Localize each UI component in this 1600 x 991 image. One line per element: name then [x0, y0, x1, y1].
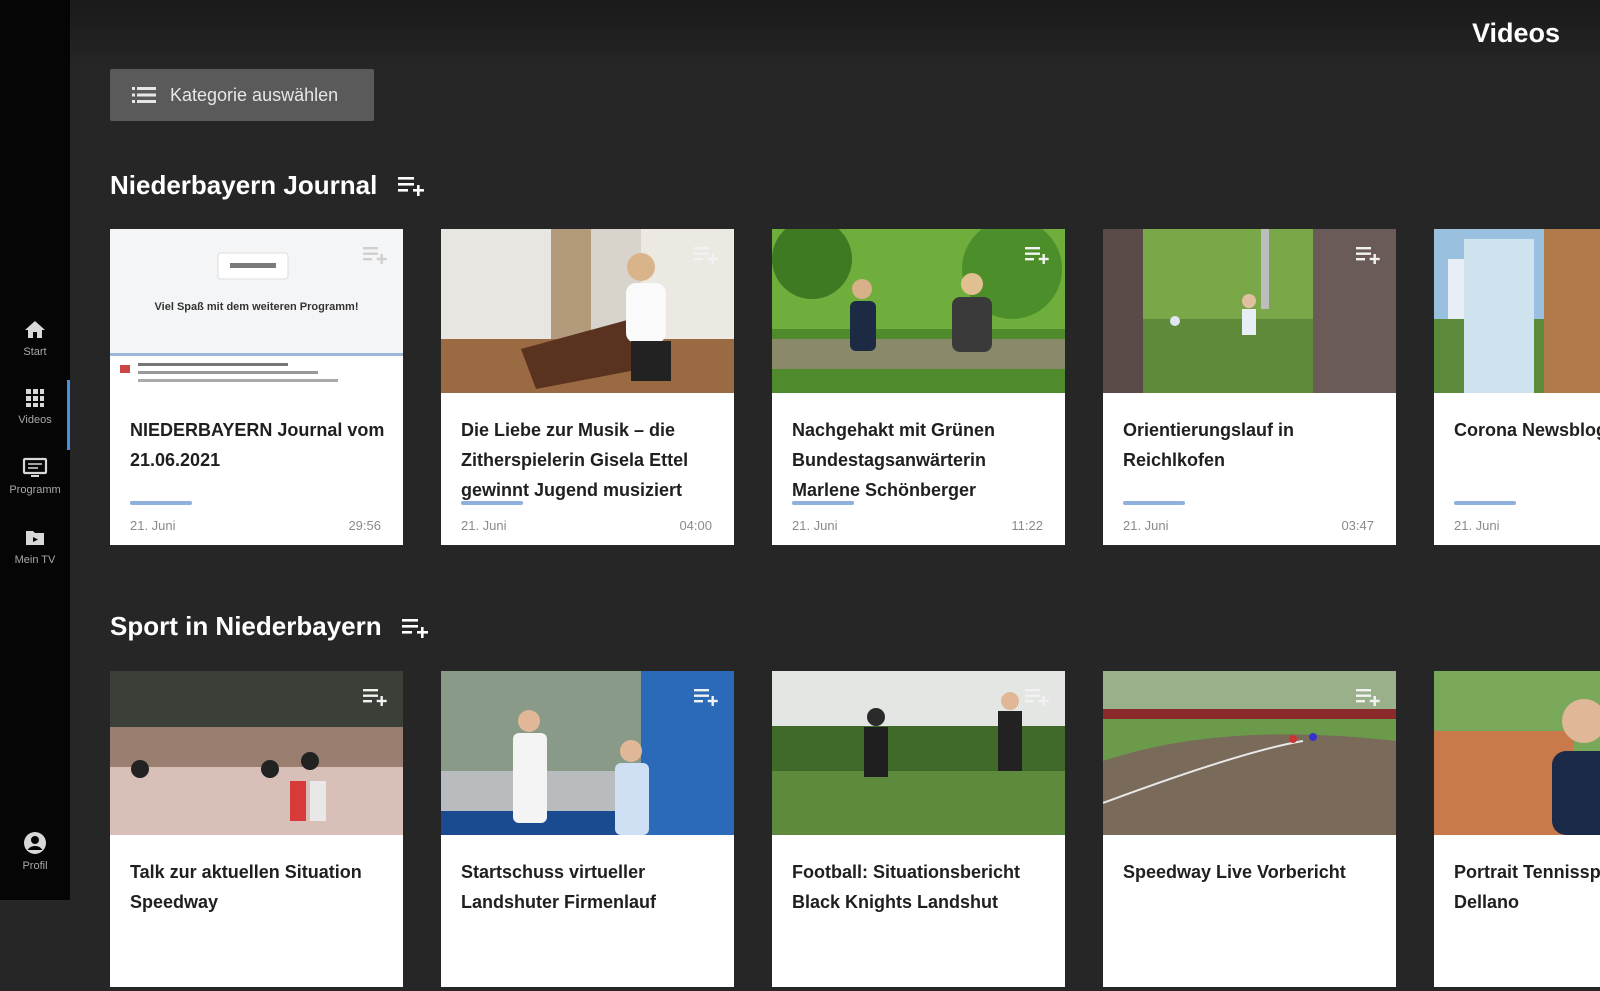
sidebar-item-mein-tv[interactable]: Mein TV — [0, 520, 70, 584]
video-thumbnail: Viel Spaß mit dem weiteren Programm! — [110, 229, 403, 393]
video-duration: 29:56 — [348, 518, 381, 533]
watch-progress — [792, 501, 854, 505]
playlist-add-icon[interactable] — [402, 616, 430, 640]
top-bar: Videos — [70, 0, 1600, 70]
playlist-add-icon[interactable] — [363, 687, 389, 707]
account-icon — [24, 832, 46, 854]
video-date: 21. Juni — [792, 518, 838, 533]
video-title: Die Liebe zur Musik – die Zitherspieleri… — [461, 420, 689, 500]
sidebar-item-profil[interactable]: Profil — [0, 824, 70, 888]
video-card[interactable]: Viel Spaß mit dem weiteren Programm! NIE… — [110, 229, 403, 545]
playlist-add-icon[interactable] — [1025, 687, 1051, 707]
sidebar-item-label: Start — [23, 346, 47, 358]
video-card[interactable]: Speedway Live Vorbericht — [1103, 671, 1396, 987]
section-title: Sport in Niederbayern — [110, 611, 382, 641]
video-thumbnail — [772, 229, 1065, 393]
playlist-add-icon[interactable] — [1025, 245, 1051, 265]
video-thumbnail — [1434, 671, 1600, 835]
folder-icon — [26, 531, 44, 545]
grid-icon — [26, 389, 44, 407]
video-thumbnail — [772, 671, 1065, 835]
video-date: 21. Juni — [461, 518, 507, 533]
sidebar-item-programm[interactable]: Programm — [0, 450, 70, 514]
sidebar-item-videos[interactable]: Videos — [0, 380, 70, 450]
video-thumbnail — [441, 671, 734, 835]
tv-icon — [22, 457, 48, 477]
video-thumbnail — [1103, 229, 1396, 393]
video-title: Football: Situationsbericht Black Knight… — [792, 862, 1020, 912]
video-card[interactable]: Talk zur aktuellen Situation Speedway — [110, 671, 403, 987]
list-icon — [132, 87, 156, 103]
sidebar-item-label: Programm — [9, 484, 61, 496]
playlist-add-icon[interactable] — [694, 245, 720, 265]
video-card[interactable]: Orientierungslauf in Reichlkofen 21. Jun… — [1103, 229, 1396, 545]
video-thumbnail — [1103, 671, 1396, 835]
thumbnail-caption: Viel Spaß mit dem weiteren Programm! — [154, 301, 359, 313]
video-card[interactable]: Corona Newsblog 21.06.2021 21. Juni — [1434, 229, 1600, 545]
playlist-add-icon[interactable] — [1356, 687, 1382, 707]
video-thumbnail — [110, 671, 403, 835]
video-card[interactable]: Nachgehakt mit Grünen Bundestagsanwärter… — [772, 229, 1065, 545]
video-title: Orientierungslauf in Reichlkofen — [1123, 420, 1295, 470]
video-title: Corona Newsblog 21.06.2021 — [1454, 420, 1600, 440]
playlist-add-icon[interactable] — [1356, 245, 1382, 265]
playlist-add-icon[interactable] — [398, 174, 426, 198]
watch-progress — [461, 501, 523, 505]
video-duration: 11:22 — [1011, 518, 1043, 533]
watch-progress — [130, 501, 192, 505]
video-title: Nachgehakt mit Grünen Bundestagsanwärter… — [792, 420, 996, 500]
video-row: Viel Spaß mit dem weiteren Programm! NIE… — [110, 229, 1600, 549]
video-card[interactable]: Portrait Tennisspieler Lukas Dellano — [1434, 671, 1600, 987]
video-card[interactable]: Football: Situationsbericht Black Knight… — [772, 671, 1065, 987]
watch-progress — [1123, 501, 1185, 505]
video-card[interactable]: Die Liebe zur Musik – die Zitherspieleri… — [441, 229, 734, 545]
video-date: 21. Juni — [1123, 518, 1169, 533]
video-duration: 04:00 — [679, 518, 712, 533]
page-title: Videos — [1471, 18, 1560, 48]
video-date: 21. Juni — [1454, 518, 1500, 533]
video-card[interactable]: Startschuss virtueller Landshuter Firmen… — [441, 671, 734, 987]
section-title: Niederbayern Journal — [110, 170, 378, 200]
video-thumbnail — [441, 229, 734, 393]
video-date: 21. Juni — [130, 518, 176, 533]
playlist-add-icon[interactable] — [363, 245, 389, 265]
video-title: NIEDERBAYERN Journal vom 21.06.2021 — [130, 420, 385, 470]
video-row: Talk zur aktuellen Situation Speedway St… — [110, 671, 1600, 991]
playlist-add-icon[interactable] — [694, 687, 720, 707]
sidebar-item-label: Videos — [18, 414, 52, 426]
watch-progress — [1454, 501, 1516, 505]
video-thumbnail — [1434, 229, 1600, 393]
video-title: Speedway Live Vorbericht — [1123, 862, 1346, 882]
home-icon — [25, 321, 45, 338]
category-select-button[interactable]: Kategorie auswählen — [110, 69, 374, 121]
video-title: Portrait Tennisspieler Lukas Dellano — [1454, 862, 1600, 912]
category-button-label: Kategorie auswählen — [170, 84, 339, 105]
sidebar-nav: Start Videos Programm Mein TV Profil — [0, 0, 70, 900]
sidebar-item-label: Mein TV — [14, 554, 56, 566]
video-duration: 03:47 — [1341, 518, 1374, 533]
video-title: Startschuss virtueller Landshuter Firmen… — [461, 862, 657, 912]
sidebar-item-start[interactable]: Start — [0, 312, 70, 376]
video-title: Talk zur aktuellen Situation Speedway — [130, 862, 362, 912]
sidebar-item-label: Profil — [22, 860, 48, 872]
